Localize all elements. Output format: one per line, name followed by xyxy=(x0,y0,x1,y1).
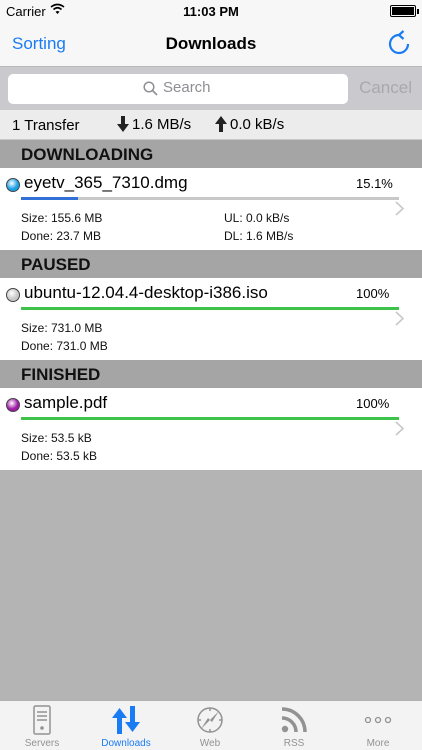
tab-downloads[interactable]: Downloads xyxy=(84,701,168,750)
transfer-row[interactable]: sample.pdf 100% Size: 53.5 kB Done: 53.5… xyxy=(0,388,422,470)
progress-fill xyxy=(21,197,79,200)
battery-icon xyxy=(390,5,419,17)
download-rate-value: 1.6 MB/s xyxy=(132,115,192,133)
transfer-name: ubuntu-12.04.4-desktop-i386.iso xyxy=(24,283,268,302)
transfer-name: eyetv_365_7310.dmg xyxy=(24,173,188,192)
transfer-summary: 1 Transfer 1.6 MB/s 0.0 kB/s xyxy=(0,110,422,140)
rss-icon xyxy=(281,707,307,733)
transfer-name: sample.pdf xyxy=(24,393,108,412)
transfer-percent: 15.1% xyxy=(356,176,393,191)
status-dot-icon xyxy=(6,178,20,192)
search-input[interactable] xyxy=(163,79,323,96)
arrow-down-icon xyxy=(117,116,129,133)
tab-rss[interactable]: RSS xyxy=(252,701,336,750)
servers-icon xyxy=(33,705,51,735)
tab-bar: Servers Downloads Web RSS More xyxy=(0,700,422,750)
page-title: Downloads xyxy=(165,34,257,53)
transfer-done: Done: 53.5 kB xyxy=(21,449,98,463)
transfer-size: Size: 731.0 MB xyxy=(21,321,103,335)
upload-rate-value: 0.0 kB/s xyxy=(230,115,285,133)
status-time: 11:03 PM xyxy=(183,4,239,19)
progress-bar xyxy=(21,197,399,200)
transfer-size: Size: 53.5 kB xyxy=(21,431,92,445)
transfer-size: Size: 155.6 MB xyxy=(21,211,103,225)
search-icon xyxy=(143,81,158,96)
downloads-icon xyxy=(112,706,140,734)
progress-fill xyxy=(21,307,399,310)
status-dot-icon xyxy=(6,288,20,302)
tab-label: Servers xyxy=(24,738,60,749)
chevron-right-icon xyxy=(395,311,404,326)
section-header-downloading: DOWNLOADING xyxy=(0,140,422,168)
transfer-row[interactable]: eyetv_365_7310.dmg 15.1% Size: 155.6 MB … xyxy=(0,168,422,250)
transfer-done: Done: 23.7 MB xyxy=(21,229,102,243)
download-rate: 1.6 MB/s xyxy=(117,115,191,133)
upload-speed: UL: 0.0 kB/s xyxy=(224,211,290,225)
arrow-up-icon xyxy=(215,116,227,133)
tab-label: More xyxy=(366,738,390,749)
section-header-finished: FINISHED xyxy=(0,360,422,388)
search-bar: Cancel xyxy=(0,66,422,110)
transfer-count: 1 Transfer xyxy=(12,117,80,134)
status-bar: Carrier 11:03 PM xyxy=(0,0,422,22)
status-dot-icon xyxy=(6,398,20,412)
chevron-right-icon xyxy=(395,421,404,436)
upload-rate: 0.0 kB/s xyxy=(215,115,284,133)
download-speed: DL: 1.6 MB/s xyxy=(224,229,294,243)
tab-label: Downloads xyxy=(101,738,151,749)
tab-servers[interactable]: Servers xyxy=(0,701,84,750)
more-icon xyxy=(364,716,392,724)
progress-bar xyxy=(21,417,399,420)
refresh-icon[interactable] xyxy=(384,29,414,59)
transfer-percent: 100% xyxy=(356,286,390,301)
chevron-right-icon xyxy=(395,201,404,216)
progress-bar xyxy=(21,307,399,310)
transfer-percent: 100% xyxy=(356,396,390,411)
transfer-done: Done: 731.0 MB xyxy=(21,339,108,353)
cancel-button[interactable]: Cancel xyxy=(359,78,412,98)
web-icon xyxy=(197,707,223,733)
section-header-paused: PAUSED xyxy=(0,250,422,278)
tab-label: RSS xyxy=(283,738,305,749)
tab-label: Web xyxy=(199,738,221,749)
tab-more[interactable]: More xyxy=(336,701,420,750)
navigation-bar: Sorting Downloads xyxy=(0,22,422,66)
search-field[interactable] xyxy=(8,74,348,104)
progress-fill xyxy=(21,417,399,420)
tab-web[interactable]: Web xyxy=(168,701,252,750)
transfer-row[interactable]: ubuntu-12.04.4-desktop-i386.iso 100% Siz… xyxy=(0,278,422,360)
